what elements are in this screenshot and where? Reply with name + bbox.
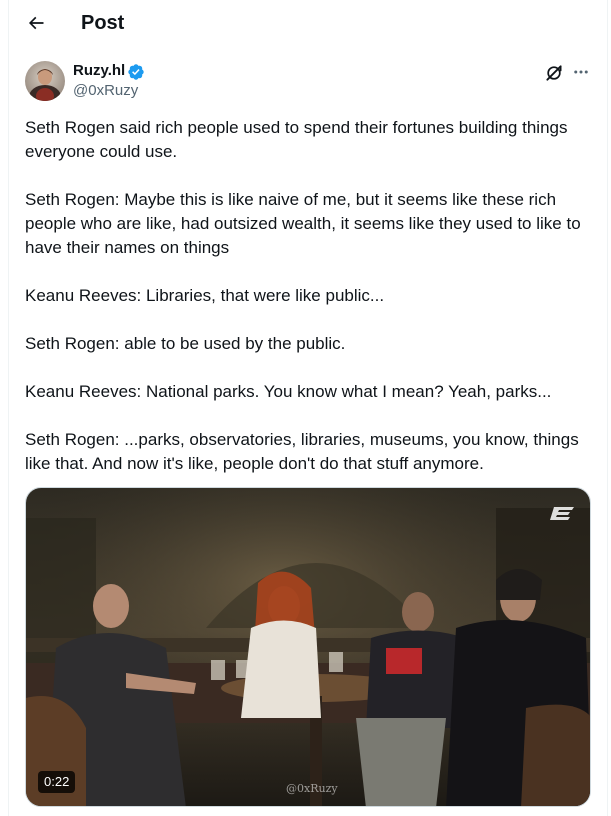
page-title: Post — [81, 12, 125, 34]
author-display-name[interactable]: Ruzy.hl — [73, 61, 125, 81]
more-horizontal-icon — [574, 70, 588, 74]
post-paragraph: Seth Rogen: ...parks, observatories, lib… — [25, 430, 584, 473]
arrow-left-icon — [28, 16, 44, 30]
channel-logo-icon — [550, 507, 574, 520]
post-paragraph: Seth Rogen: able to be used by the publi… — [25, 334, 346, 353]
grok-icon — [546, 65, 562, 81]
top-bar: Post — [0, 0, 611, 46]
post-text: Seth Rogen said rich people used to spen… — [25, 116, 593, 476]
video-player[interactable]: @0xRuzy 0:22 — [25, 487, 591, 807]
video-duration-badge: 0:22 — [38, 771, 76, 793]
post-paragraph: Seth Rogen said rich people used to spen… — [25, 118, 573, 161]
video-thumbnail — [26, 488, 590, 806]
verified-badge-icon — [128, 64, 144, 80]
post-paragraph: Keanu Reeves: Libraries, that were like … — [25, 286, 385, 305]
post-paragraph: Keanu Reeves: National parks. You know w… — [25, 382, 552, 401]
author-handle[interactable]: @0xRuzy — [73, 81, 138, 101]
back-button[interactable] — [22, 9, 50, 37]
video-watermark: @0xRuzy — [286, 782, 338, 795]
avatar[interactable] — [25, 61, 65, 101]
post-paragraph: Seth Rogen: Maybe this is like naive of … — [25, 190, 586, 257]
more-options-button[interactable] — [570, 61, 592, 83]
grok-button[interactable] — [542, 61, 566, 85]
